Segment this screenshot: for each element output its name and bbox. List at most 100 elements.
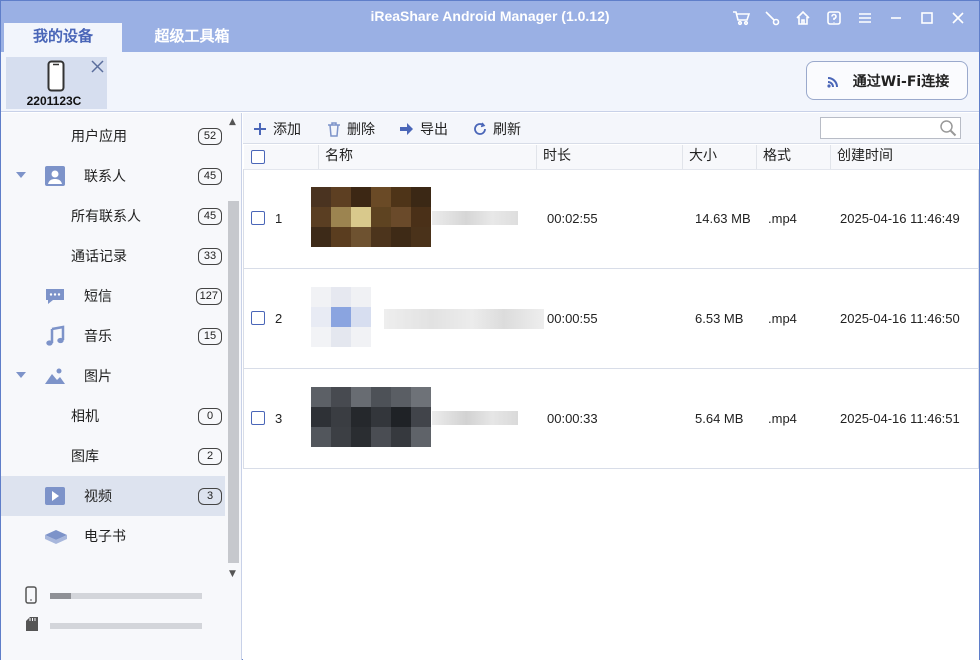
sidebar-item-photos[interactable]: 图片	[1, 356, 225, 396]
sidebar-item-videos[interactable]: 视频 3	[1, 476, 225, 516]
arrow-right-icon	[400, 123, 413, 135]
sidebar-scrollbar[interactable]: ▲ ▼	[226, 115, 241, 581]
help-icon[interactable]	[818, 7, 849, 29]
phone-storage-bar	[50, 593, 202, 599]
duration-cell: 00:00:33	[547, 411, 598, 426]
sidebar-item-music[interactable]: 音乐 15	[1, 316, 225, 356]
sidebar-item-camera[interactable]: 相机 0	[1, 396, 225, 436]
title-bar: iReaShare Android Manager (1.0.12) 我的设备 …	[1, 1, 979, 52]
device-card[interactable]: 2201123C	[6, 57, 107, 109]
home-icon[interactable]	[787, 7, 818, 29]
app-window: iReaShare Android Manager (1.0.12) 我的设备 …	[0, 0, 980, 660]
chevron-down-icon[interactable]	[16, 371, 26, 379]
format-cell: .mp4	[768, 411, 797, 426]
tab-my-devices[interactable]: 我的设备	[4, 23, 122, 52]
sidebar-item-all-contacts[interactable]: 所有联系人 45	[1, 196, 225, 236]
created-cell: 2025-04-16 11:46:49	[840, 211, 960, 226]
contacts-icon	[45, 166, 65, 186]
refresh-label: 刷新	[493, 122, 521, 138]
add-label: 添加	[273, 122, 301, 138]
music-icon	[46, 325, 65, 346]
trash-icon	[328, 121, 340, 137]
row-index: 1	[275, 211, 283, 226]
delete-label: 删除	[347, 122, 375, 138]
sidebar-item-gallery[interactable]: 图库 2	[1, 436, 225, 476]
count-badge: 127	[195, 288, 222, 305]
tab-toolbox[interactable]: 超级工具箱	[137, 23, 247, 52]
sd-card-icon	[26, 617, 38, 631]
scroll-up-icon[interactable]: ▲	[229, 117, 236, 127]
row-checkbox[interactable]	[251, 311, 265, 325]
table-right-border	[978, 169, 979, 469]
sidebar-item-ebooks[interactable]: 电子书	[1, 516, 225, 556]
phone-storage-icon	[25, 586, 37, 604]
close-icon[interactable]	[942, 7, 973, 29]
minimize-icon[interactable]	[880, 7, 911, 29]
count-badge: 0	[198, 408, 222, 425]
sidebar-item-label: 联系人	[84, 169, 126, 185]
count-badge: 45	[198, 168, 222, 185]
format-cell: .mp4	[768, 311, 797, 326]
sidebar-item-label: 图片	[84, 369, 112, 385]
count-badge: 45	[198, 208, 222, 225]
maximize-icon[interactable]	[911, 7, 942, 29]
sidebar-item-label: 用户应用	[71, 129, 127, 145]
column-header-size[interactable]: 大小	[682, 145, 756, 169]
count-badge: 33	[198, 248, 222, 265]
scroll-down-icon[interactable]: ▼	[229, 569, 236, 579]
sidebar-item-contacts[interactable]: 联系人 45	[1, 156, 225, 196]
sidebar-item-messages[interactable]: 短信 127	[1, 276, 225, 316]
video-icon	[45, 487, 65, 505]
row-checkbox[interactable]	[251, 211, 265, 225]
select-all-checkbox[interactable]	[251, 150, 265, 164]
delete-button[interactable]: 删除	[327, 119, 375, 139]
sidebar-item-label: 电子书	[84, 529, 126, 545]
sidebar-item-call-logs[interactable]: 通话记录 33	[1, 236, 225, 276]
sidebar-item-label: 视频	[84, 489, 112, 505]
message-icon	[46, 289, 64, 304]
column-header-created[interactable]: 创建时间	[830, 145, 978, 169]
phone-storage-fill	[50, 593, 72, 599]
column-header-name[interactable]: 名称	[318, 145, 536, 169]
file-name-redacted	[432, 211, 518, 225]
video-thumbnail	[311, 287, 371, 347]
table-row[interactable]: 3 00:00:33 5.64 MB .mp4 2025-04-16 11:46…	[244, 369, 978, 469]
row-checkbox[interactable]	[251, 411, 265, 425]
table-row[interactable]: 2 00:00:55 6.53 MB .mp4 2025-04-16 11:46…	[244, 269, 978, 369]
sidebar-item-label: 相机	[71, 409, 99, 425]
size-cell: 5.64 MB	[695, 411, 744, 426]
plus-icon	[254, 123, 266, 135]
key-icon[interactable]	[756, 7, 787, 29]
wifi-connect-button[interactable]: 通过Wi-Fi连接	[806, 61, 968, 100]
video-thumbnail	[311, 387, 431, 447]
sd-storage-bar	[50, 623, 202, 629]
column-header-duration[interactable]: 时长	[536, 145, 682, 169]
duration-cell: 00:00:55	[547, 311, 598, 326]
table-row[interactable]: 1 00:02:55 14.63 MB .mp4 2025-04-16 11:4…	[244, 169, 978, 269]
size-cell: 6.53 MB	[695, 311, 744, 326]
created-cell: 2025-04-16 11:46:51	[840, 411, 960, 426]
device-close-icon[interactable]	[91, 60, 104, 73]
sidebar: 用户应用 52 联系人 45 所有联系人 45 通话记录 33 短信 127 音…	[1, 113, 242, 660]
cart-icon[interactable]	[725, 7, 756, 29]
menu-icon[interactable]	[849, 7, 880, 29]
main-panel: 添加 删除 导出 刷新 名称 时长 大小 格式 创建时间 1 00:02:55 …	[243, 113, 979, 660]
add-button[interactable]: 添加	[253, 119, 301, 139]
row-index: 3	[275, 411, 283, 426]
video-thumbnail	[311, 187, 431, 247]
refresh-button[interactable]: 刷新	[473, 119, 521, 139]
search-icon[interactable]	[939, 119, 957, 137]
chevron-down-icon[interactable]	[16, 171, 26, 179]
search-input[interactable]	[820, 117, 961, 139]
count-badge: 3	[198, 488, 222, 505]
wifi-icon	[827, 76, 838, 88]
file-name-redacted	[432, 411, 518, 425]
column-header-format[interactable]: 格式	[756, 145, 830, 169]
image-icon	[45, 368, 65, 384]
export-button[interactable]: 导出	[399, 119, 448, 139]
scrollbar-thumb[interactable]	[228, 201, 239, 563]
export-label: 导出	[420, 122, 448, 138]
sidebar-item-label: 通话记录	[71, 249, 127, 265]
row-index: 2	[275, 311, 283, 326]
sidebar-item-user-apps[interactable]: 用户应用 52	[1, 116, 225, 156]
